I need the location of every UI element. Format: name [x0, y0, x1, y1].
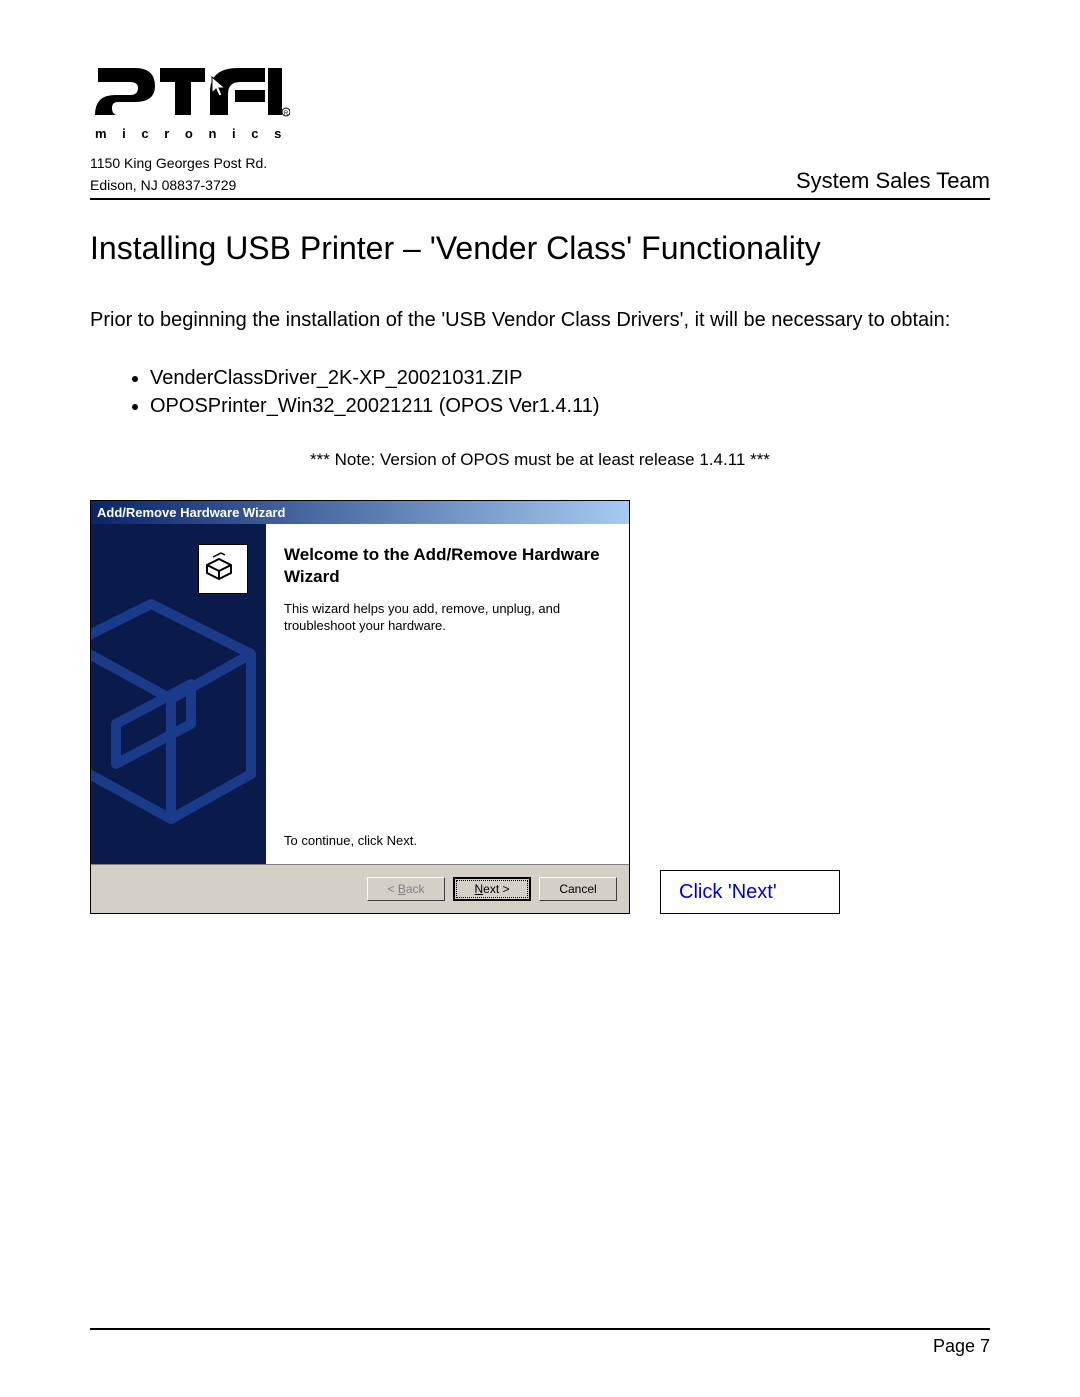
- svg-text:R: R: [284, 111, 289, 117]
- wizard-button-bar: < Back Next > Cancel: [91, 864, 629, 913]
- wizard-window: Add/Remove Hardware Wizard: [90, 500, 630, 914]
- page-title: Installing USB Printer – 'Vender Class' …: [90, 230, 990, 267]
- wizard-description: This wizard helps you add, remove, unplu…: [284, 601, 611, 635]
- file-list: VenderClassDriver_2K-XP_20021031.ZIP OPO…: [150, 364, 990, 420]
- page-header: R m i c r o n i c s 1150 King Georges Po…: [90, 60, 990, 200]
- instruction-callout: Click 'Next': [660, 870, 840, 914]
- logo-block: R m i c r o n i c s 1150 King Georges Po…: [90, 60, 290, 194]
- address-line-1: 1150 King Georges Post Rd.: [90, 154, 290, 172]
- team-label: System Sales Team: [796, 168, 990, 194]
- intro-paragraph: Prior to beginning the installation of t…: [90, 307, 990, 334]
- list-item: OPOSPrinter_Win32_20021211 (OPOS Ver1.4.…: [150, 392, 990, 420]
- wizard-titlebar: Add/Remove Hardware Wizard: [91, 501, 629, 524]
- back-button: < Back: [367, 877, 445, 901]
- next-button[interactable]: Next >: [453, 877, 531, 901]
- address-line-2: Edison, NJ 08837-3729: [90, 176, 290, 194]
- wizard-continue-text: To continue, click Next.: [284, 833, 611, 854]
- star-micronics-logo: R m i c r o n i c s: [90, 60, 290, 150]
- wizard-sidebar: [91, 524, 266, 864]
- page-footer: Page 7: [90, 1328, 990, 1357]
- hardware-icon: [198, 544, 248, 594]
- wizard-heading: Welcome to the Add/Remove Hardware Wizar…: [284, 544, 611, 587]
- svg-text:m i c r o n i c s: m i c r o n i c s: [95, 126, 287, 141]
- note-line: *** Note: Version of OPOS must be at lea…: [90, 450, 990, 470]
- cancel-button[interactable]: Cancel: [539, 877, 617, 901]
- list-item: VenderClassDriver_2K-XP_20021031.ZIP: [150, 364, 990, 392]
